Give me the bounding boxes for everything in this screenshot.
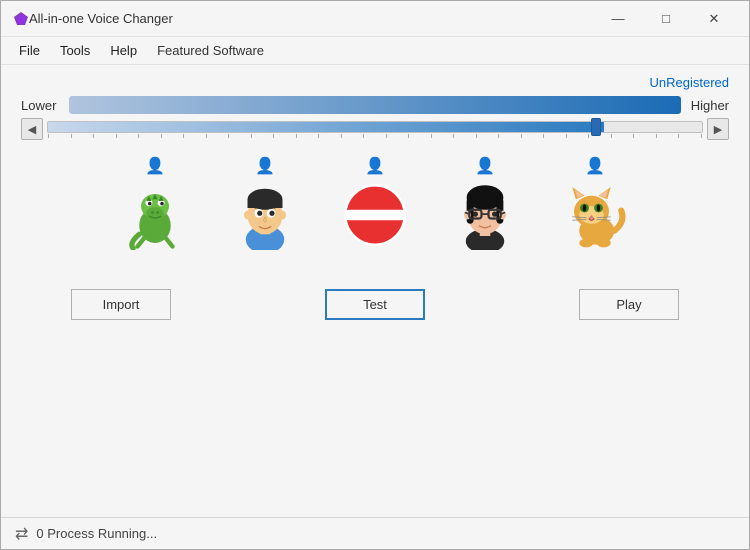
voice-selector-man: 👤 xyxy=(255,156,275,176)
tick xyxy=(588,134,589,138)
tick xyxy=(386,134,387,138)
slider-track-gradient xyxy=(69,96,681,114)
tick xyxy=(341,134,342,138)
tick xyxy=(408,134,409,138)
voice-item-man[interactable]: 👤 xyxy=(230,156,300,259)
tick xyxy=(566,134,567,138)
slider-labels: Lower Higher xyxy=(21,96,729,114)
slider-background xyxy=(47,121,703,133)
voice-item-woman[interactable]: 👤 xyxy=(450,156,520,259)
tick xyxy=(296,134,297,138)
menu-bar: File Tools Help Featured Software xyxy=(1,37,749,65)
app-icon xyxy=(13,11,29,27)
tick xyxy=(273,134,274,138)
status-text: 0 Process Running... xyxy=(36,526,157,541)
tick xyxy=(678,134,679,138)
title-bar: All-in-one Voice Changer — □ ✕ xyxy=(1,1,749,37)
tick xyxy=(543,134,544,138)
content-spacer xyxy=(21,330,729,507)
tick xyxy=(521,134,522,138)
tick xyxy=(138,134,139,138)
slider-lower-label: Lower xyxy=(21,98,69,113)
voice-selector-woman: 👤 xyxy=(475,156,495,176)
voice-emoji-none xyxy=(340,180,410,259)
tick xyxy=(48,134,49,138)
slider-fill xyxy=(48,122,604,132)
status-icon: ⇄ xyxy=(15,524,28,544)
buttons-container: Import Test Play xyxy=(21,289,729,320)
import-button[interactable]: Import xyxy=(71,289,171,320)
play-button[interactable]: Play xyxy=(579,289,679,320)
voice-selector-none: 👤 xyxy=(365,156,385,176)
tick xyxy=(93,134,94,138)
tick xyxy=(498,134,499,138)
menu-tools[interactable]: Tools xyxy=(50,39,100,62)
voice-emoji-cat xyxy=(560,180,630,259)
voice-emoji-man xyxy=(230,180,300,259)
voice-item-cat[interactable]: 👤 xyxy=(560,156,630,259)
voice-item-dragon[interactable]: 👤 xyxy=(120,156,190,259)
voice-item-none[interactable]: 👤 xyxy=(340,156,410,259)
menu-featured[interactable]: Featured Software xyxy=(147,39,274,62)
ticks-row xyxy=(47,134,703,138)
tick xyxy=(228,134,229,138)
tick xyxy=(183,134,184,138)
minimize-button[interactable]: — xyxy=(595,3,641,35)
tick xyxy=(431,134,432,138)
tick xyxy=(656,134,657,138)
voice-emoji-woman xyxy=(450,180,520,259)
menu-help[interactable]: Help xyxy=(100,39,147,62)
tick xyxy=(701,134,702,138)
slider-ticks-wrapper[interactable] xyxy=(47,121,703,138)
unregistered-label[interactable]: UnRegistered xyxy=(21,75,729,90)
window-controls: — □ ✕ xyxy=(595,3,737,35)
voices-section: 👤 xyxy=(21,156,729,259)
tick xyxy=(116,134,117,138)
content-area: UnRegistered Lower Higher ◀ xyxy=(1,65,749,517)
tick xyxy=(453,134,454,138)
menu-file[interactable]: File xyxy=(9,39,50,62)
slider-left-arrow[interactable]: ◀ xyxy=(21,118,43,140)
voice-emoji-dragon xyxy=(120,180,190,259)
tick xyxy=(318,134,319,138)
close-button[interactable]: ✕ xyxy=(691,3,737,35)
voice-selector-cat: 👤 xyxy=(585,156,605,176)
tick xyxy=(633,134,634,138)
tick xyxy=(206,134,207,138)
voice-selector-dragon: 👤 xyxy=(145,156,165,176)
test-button[interactable]: Test xyxy=(325,289,425,320)
slider-higher-label: Higher xyxy=(681,98,729,113)
slider-thumb[interactable] xyxy=(591,118,601,136)
tick xyxy=(251,134,252,138)
maximize-button[interactable]: □ xyxy=(643,3,689,35)
tick xyxy=(71,134,72,138)
tick xyxy=(476,134,477,138)
slider-right-arrow[interactable]: ▶ xyxy=(707,118,729,140)
slider-row: ◀ xyxy=(21,118,729,140)
tick xyxy=(611,134,612,138)
tick xyxy=(161,134,162,138)
window-title: All-in-one Voice Changer xyxy=(29,11,595,26)
status-bar: ⇄ 0 Process Running... xyxy=(1,517,749,549)
main-window: All-in-one Voice Changer — □ ✕ File Tool… xyxy=(0,0,750,550)
tick xyxy=(363,134,364,138)
